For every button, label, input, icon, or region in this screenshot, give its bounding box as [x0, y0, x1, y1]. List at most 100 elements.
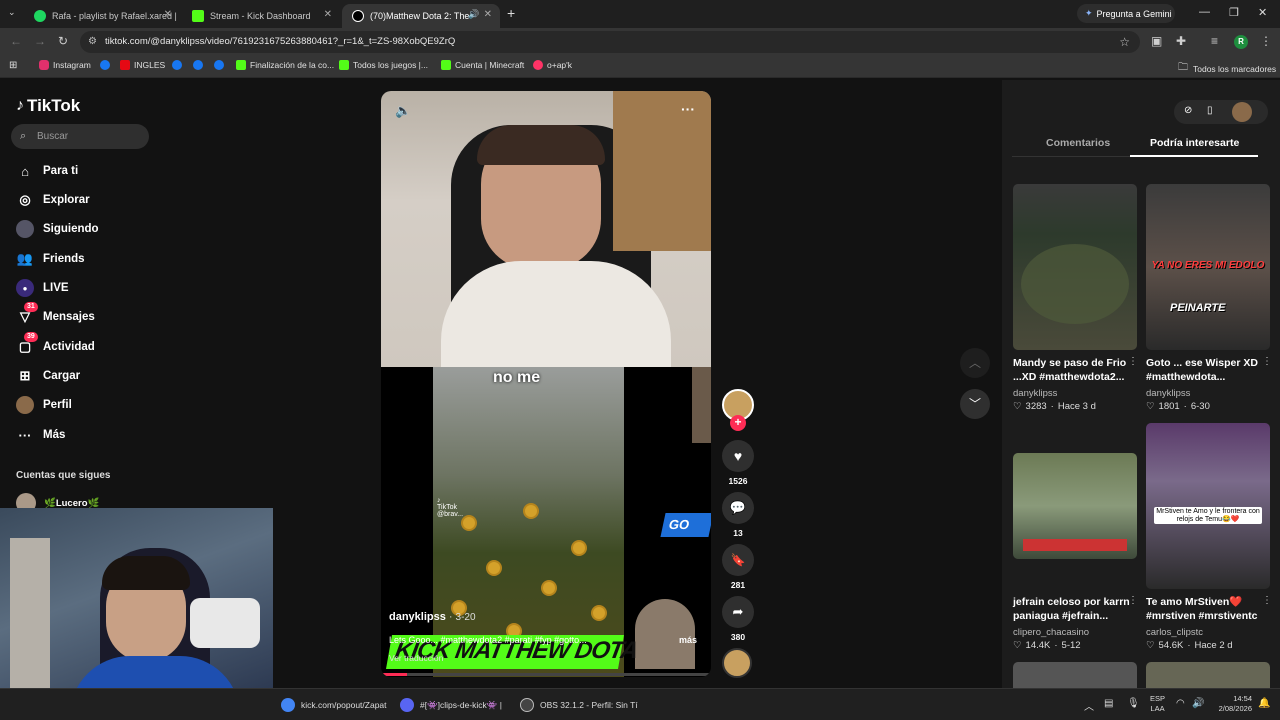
extensions-icon[interactable]: ✚ [1176, 34, 1186, 48]
bookmark-kick-3[interactable]: Cuenta | Minecraft [441, 60, 524, 70]
reload-icon[interactable]: ↻ [58, 34, 68, 48]
browser-tab-kick[interactable]: Stream - Kick Dashboard ✕ [182, 4, 340, 28]
card-title[interactable]: jefrain celoso por karrn paniagua #jefra… [1013, 595, 1137, 623]
card-author[interactable]: carlos_clipstc [1146, 627, 1203, 638]
card-author[interactable]: danyklipss [1146, 388, 1190, 399]
browser-tab-spotify[interactable]: Rafa - playlist by Rafael.xared | ✕ [24, 4, 180, 28]
like-heart-icon[interactable]: ♥ [722, 440, 754, 472]
search-input[interactable]: ⌕ Buscar [11, 124, 149, 149]
close-icon[interactable]: ✕ [324, 9, 332, 20]
bookmark-facebook[interactable] [214, 60, 228, 70]
taskbar-obs[interactable]: OBS 32.1.2 - Perfil: Sin Tí [520, 698, 638, 712]
user-avatar[interactable] [1232, 102, 1252, 122]
nav-perfil[interactable]: Perfil [16, 396, 72, 414]
bookmark-facebook[interactable] [100, 60, 114, 70]
video-thumbnail[interactable] [1146, 662, 1270, 688]
restore-icon[interactable]: ❐ [1229, 6, 1239, 19]
bookmark-instagram[interactable]: Instagram [39, 60, 91, 70]
tab-podria-interesarte[interactable]: Podría interesarte [1150, 137, 1239, 149]
video-thumbnail[interactable]: MrStiven te Amo y le frontera con relojs… [1146, 423, 1270, 589]
translate-link[interactable]: Ver traducción [389, 653, 443, 663]
video-author-row[interactable]: danyklipss · 3-20 [389, 611, 476, 623]
window-close-icon[interactable]: ✕ [1258, 6, 1267, 19]
video-more-icon[interactable]: ··· [681, 101, 695, 117]
taskbar-chrome[interactable]: kick.com/popout/Zapat [281, 698, 387, 712]
close-icon[interactable]: ✕ [484, 9, 492, 20]
music-disc-icon[interactable] [722, 648, 752, 678]
nav-para-ti[interactable]: ⌂ Para ti [16, 162, 78, 180]
speaker-icon[interactable]: 🔊 [468, 9, 479, 20]
card-title[interactable]: Mandy se paso de Frio ...XD #matthewdota… [1013, 356, 1137, 384]
minimize-icon[interactable]: — [1199, 6, 1210, 18]
clock[interactable]: 14:54 2/08/2026 [1212, 694, 1252, 714]
card-more-icon[interactable]: ⋮ [1262, 356, 1272, 367]
microphone-icon[interactable]: 🎙 [1127, 698, 1140, 709]
new-tab-icon[interactable]: + [507, 5, 515, 21]
explore-icon[interactable]: ⊘ [1184, 105, 1192, 116]
device-icon[interactable]: ▯ [1207, 105, 1213, 116]
media-icon[interactable]: ≡ [1211, 34, 1218, 48]
screen-cast-icon[interactable]: ▣ [1151, 34, 1162, 48]
tab-search-icon[interactable]: ⌄ [8, 7, 16, 18]
card-more-icon[interactable]: ⋮ [1262, 595, 1272, 606]
profile-avatar[interactable]: R [1234, 35, 1248, 49]
card-title[interactable]: Goto ... ese Wisper XD #matthewdota... [1146, 356, 1270, 384]
tray-chevron-up-icon[interactable]: ︿ [1084, 698, 1094, 713]
nav-siguiendo[interactable]: Siguiendo [16, 220, 99, 238]
menu-dots-icon[interactable]: ⋮ [1260, 34, 1272, 48]
nav-friends[interactable]: 👥 Friends [16, 250, 85, 268]
back-icon[interactable]: ← [10, 34, 22, 48]
address-bar[interactable]: ⚙ tiktok.com/@danyklipss/video/761923167… [80, 31, 1140, 53]
browser-tab-strip: ⌄ Rafa - playlist by Rafael.xared | ✕ St… [0, 0, 1280, 28]
tiktok-logo[interactable]: ♪ TikTok [16, 96, 80, 116]
language-indicator[interactable]: ESP LAA [1150, 694, 1165, 714]
forward-icon[interactable]: → [34, 34, 46, 48]
tray-app-icon[interactable]: ▤ [1104, 698, 1113, 709]
bookmark-facebook[interactable] [172, 60, 186, 70]
nav-actividad[interactable]: ▢ 39 Actividad [16, 332, 95, 356]
bookmark-ingles[interactable]: INGLES [120, 60, 165, 70]
progress-bar[interactable] [381, 673, 711, 676]
nav-mensajes[interactable]: ▽ 31 Mensajes [16, 302, 95, 326]
bookmark-oapk[interactable]: o+ap'k [533, 60, 572, 70]
comment-icon[interactable]: 💬 [722, 492, 754, 524]
bookmark-facebook[interactable] [193, 60, 207, 70]
nav-live[interactable]: ● LIVE [16, 279, 69, 297]
more-link[interactable]: más [679, 635, 697, 645]
bookmark-icon[interactable]: 🔖 [722, 544, 754, 576]
card-more-icon[interactable]: ⋮ [1128, 356, 1138, 367]
bookmark-star-icon[interactable]: ☆ [1119, 31, 1130, 53]
video-player[interactable]: 🔈 ··· no me ♪ TikTok @brav... GO KICK MA… [381, 91, 711, 677]
previous-video-chevron-up-icon[interactable]: ︿ [960, 348, 990, 378]
video-author[interactable]: danyklipss [389, 611, 446, 623]
next-video-chevron-down-icon[interactable]: ﹀ [960, 389, 990, 419]
card-author[interactable]: clipero_chacasino [1013, 627, 1089, 638]
taskbar-discord[interactable]: #[👾]clips-de-kick👾 | [400, 698, 502, 712]
video-thumbnail[interactable]: YA NO ERES MI EDOLO PEINARTE [1146, 184, 1270, 350]
bookmark-all[interactable]: 🗀 Todos los marcadores [1178, 60, 1276, 77]
apps-grid-icon[interactable]: ⊞ [9, 60, 17, 71]
close-icon[interactable]: ✕ [164, 9, 172, 20]
tab-comentarios[interactable]: Comentarios [1046, 137, 1110, 149]
volume-icon[interactable]: 🔊 [1192, 698, 1204, 709]
mute-icon[interactable]: 🔈 [395, 103, 411, 119]
site-info-icon[interactable]: ⚙ [88, 31, 97, 53]
video-thumbnail[interactable] [1013, 184, 1137, 350]
follow-plus-icon[interactable]: + [730, 415, 746, 431]
card-more-icon[interactable]: ⋮ [1128, 595, 1138, 606]
card-author[interactable]: danyklipss [1013, 388, 1057, 399]
nav-mas[interactable]: ··· Más [16, 426, 66, 444]
nav-cargar[interactable]: ⊞ Cargar [16, 367, 81, 385]
gemini-button[interactable]: ✦ Pregunta a Gemini [1077, 4, 1175, 23]
nav-explorar[interactable]: ◎ Explorar [16, 191, 89, 209]
bookmark-kick-1[interactable]: Finalización de la co... [236, 60, 334, 70]
notification-bell-icon[interactable]: 🔔 [1258, 698, 1270, 709]
share-icon[interactable]: ➦ [722, 596, 754, 628]
wifi-icon[interactable]: ◠ [1176, 698, 1185, 709]
video-thumbnail[interactable] [1013, 453, 1137, 559]
hair-shape [477, 125, 605, 165]
video-thumbnail[interactable] [1013, 662, 1137, 688]
browser-tab-tiktok[interactable]: (70)Matthew Dota 2: The Be 🔊 ✕ [342, 4, 500, 28]
card-title[interactable]: Te amo MrStiven❤️ #mrstiven #mrstiventc [1146, 595, 1270, 623]
bookmark-kick-2[interactable]: Todos los juegos |... [339, 60, 428, 70]
